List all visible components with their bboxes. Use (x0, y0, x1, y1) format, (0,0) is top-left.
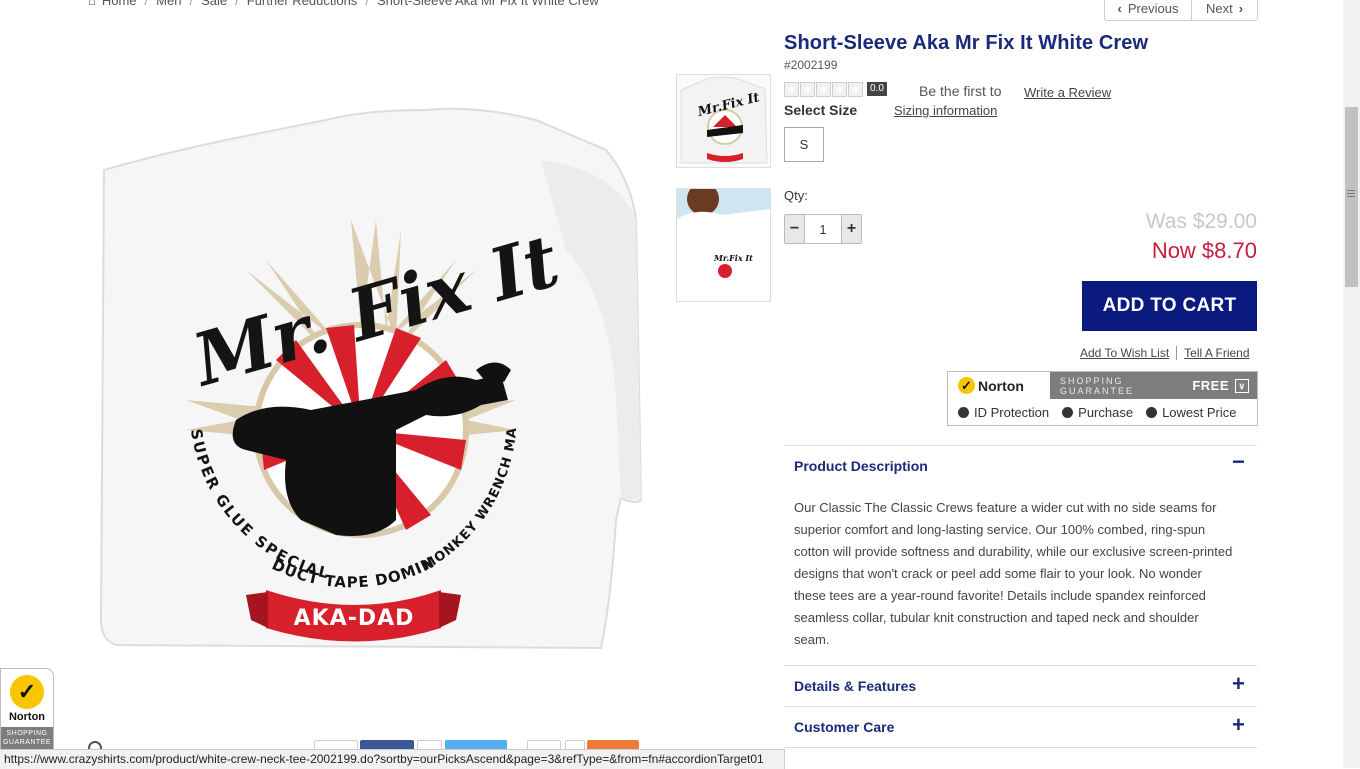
dollar-icon (1146, 406, 1158, 418)
chevron-right-icon: › (1238, 1, 1244, 16)
chevron-down-icon[interactable]: ∨ (1235, 378, 1249, 393)
select-size-label: Select Size (784, 102, 858, 118)
qty-increase-button[interactable]: + (842, 215, 861, 243)
product-title: Short-Sleeve Aka Mr Fix It White Crew (784, 32, 1149, 54)
norton-free-label: FREE (1192, 377, 1229, 393)
shirt-banner: AKA-DAD (294, 606, 415, 631)
norton-check-icon: ✓ (958, 377, 975, 394)
was-price: Was $29.00 (1145, 210, 1257, 233)
add-to-cart-button[interactable]: ADD TO CART (1082, 281, 1257, 331)
tell-a-friend-link[interactable]: Tell A Friend (1184, 346, 1249, 360)
divider (784, 445, 1257, 446)
norton-guarantee-banner: SHOPPING GUARANTEE FREE ∨ (1050, 372, 1257, 399)
shield-icon (958, 406, 969, 418)
home-icon[interactable]: ⌂ (88, 0, 96, 8)
quantity-stepper: − 1 + (784, 214, 862, 244)
breadcrumb-separator: / (189, 0, 194, 8)
breadcrumb-home[interactable]: Home (102, 0, 137, 8)
thumbnail-model-view[interactable]: Mr.Fix It (676, 188, 771, 302)
secondary-actions: Add To Wish List Tell A Friend (1080, 346, 1250, 360)
divider (784, 706, 1257, 707)
star-icon: ★ (784, 82, 799, 97)
breadcrumb-current: Short-Sleeve Aka Mr Fix It White Crew (376, 0, 599, 8)
breadcrumb: ⌂ Home / Men / Sale / Further Reductions / Short-… (88, 0, 605, 8)
norton-logo: ✓ Norton (948, 372, 1050, 399)
divider (784, 747, 1257, 748)
now-price: Now $8.70 (1151, 238, 1257, 263)
add-to-wishlist-link[interactable]: Add To Wish List (1080, 346, 1169, 360)
norton-guarantee-widget[interactable]: ✓ Norton SHOPPING GUARANTEE FREE ∨ ID Prote… (947, 371, 1258, 426)
sizing-information-link[interactable]: Sizing information (894, 103, 997, 118)
divider (1176, 346, 1178, 360)
product-description-text: Our Classic The Classic Crews feature a … (794, 500, 1233, 647)
star-icon: ★ (848, 82, 863, 97)
qty-label: Qty: (784, 188, 808, 203)
status-bar-url: https://www.crazyshirts.com/product/whit… (0, 749, 785, 769)
breadcrumb-separator: / (235, 0, 239, 8)
norton-shopping-guarantee-badge[interactable]: ✓ Norton SHOPPING GUARANTEE (0, 668, 54, 752)
scrollbar[interactable] (1343, 0, 1360, 768)
accordion-product-description[interactable]: Product Description (794, 458, 928, 474)
grip-icon (1347, 190, 1355, 191)
product-pager: ‹ Previous Next › (1104, 0, 1258, 21)
main-product-image[interactable]: Mr. Fix It SUPER GLUE SPECIALIST DUCT TA… (89, 86, 646, 660)
breadcrumb-separator: / (144, 0, 149, 8)
plus-icon[interactable]: + (1232, 673, 1245, 695)
qty-decrease-button[interactable]: − (785, 215, 804, 243)
rating-stars: ★ ★ ★ ★ ★ 0.0 (784, 82, 887, 97)
norton-lowest-price: Lowest Price (1146, 405, 1237, 420)
rating-score: 0.0 (867, 82, 887, 96)
seal-icon (1062, 406, 1074, 418)
plus-icon[interactable]: + (1232, 714, 1245, 736)
star-icon: ★ (832, 82, 847, 97)
accordion-customer-care[interactable]: Customer Care (794, 719, 894, 735)
norton-purchase: Purchase (1062, 405, 1133, 420)
thumbnail-back-view[interactable]: Mr.Fix It (676, 74, 771, 168)
product-sku: #2002199 (784, 58, 838, 72)
write-review-link[interactable]: Write a Review (1024, 85, 1111, 100)
first-review-prompt: Be the first to (919, 83, 1002, 99)
accordion-details-features[interactable]: Details & Features (794, 678, 916, 694)
previous-button[interactable]: ‹ Previous (1105, 0, 1192, 20)
norton-id-protection: ID Protection (958, 405, 1049, 420)
divider (784, 665, 1257, 666)
star-icon: ★ (816, 82, 831, 97)
breadcrumb-men[interactable]: Men (156, 0, 181, 8)
chevron-left-icon: ‹ (1117, 1, 1122, 16)
breadcrumb-further-reductions[interactable]: Further Reductions (247, 0, 358, 8)
breadcrumb-separator: / (365, 0, 369, 8)
qty-input[interactable]: 1 (804, 215, 842, 243)
norton-check-icon: ✓ (10, 675, 44, 709)
minus-icon[interactable]: − (1232, 451, 1245, 473)
star-icon: ★ (800, 82, 815, 97)
breadcrumb-sale[interactable]: Sale (201, 0, 227, 8)
next-button[interactable]: Next › (1192, 0, 1257, 20)
size-option-s[interactable]: S (784, 127, 824, 162)
scrollbar-thumb[interactable] (1345, 107, 1358, 287)
svg-text:Mr.Fix It: Mr.Fix It (713, 253, 753, 263)
